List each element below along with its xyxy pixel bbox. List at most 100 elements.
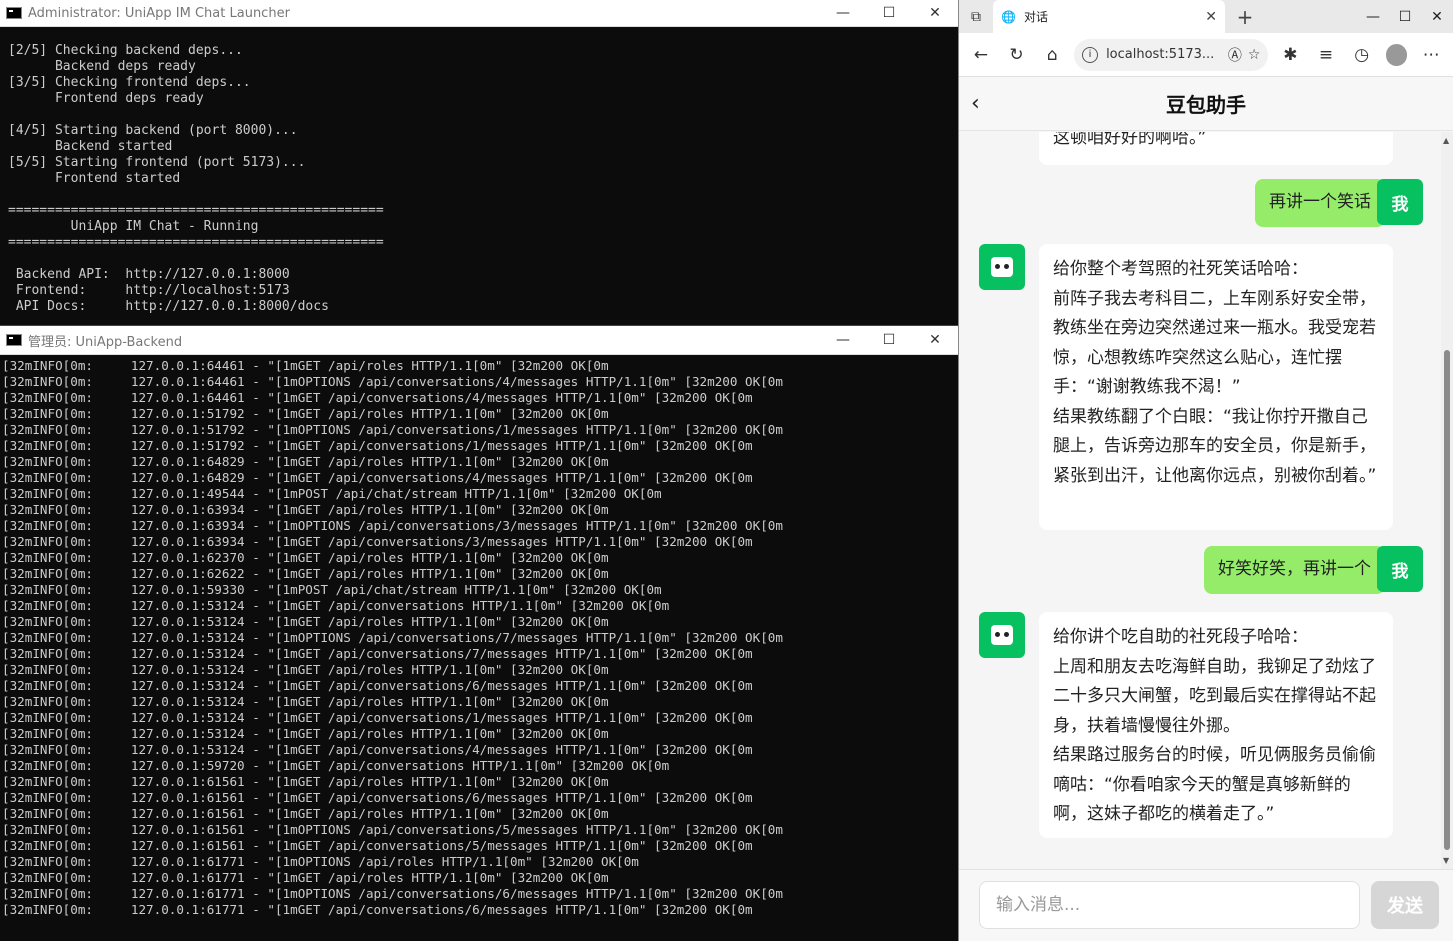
home-icon[interactable]: ⌂: [1034, 45, 1070, 65]
read-aloud-icon[interactable]: Ⓐ: [1228, 45, 1242, 65]
console-line: ========================================…: [8, 203, 384, 218]
favorites-icon[interactable]: ≡: [1308, 45, 1344, 65]
robot-icon: [991, 257, 1013, 277]
console-line: Backend deps ready: [8, 59, 196, 74]
console-line: [32mINFO[0m: 127.0.0.1:64829 - "[1mGET /…: [2, 454, 609, 469]
console-line: [32mINFO[0m: 127.0.0.1:53124 - "[1mGET /…: [2, 726, 609, 741]
message-text: 好笑好笑，再讲一个: [1218, 559, 1371, 579]
message-text: 这顿咱好好的啊哈。”: [1053, 132, 1207, 148]
message-text: 给你讲个吃自助的社死段子哈哈： 上周和朋友去吃海鲜自助，我铆足了劲炫了二十多只大…: [1053, 627, 1376, 824]
console-line: [32mINFO[0m: 127.0.0.1:61771 - "[1mOPTIO…: [2, 854, 639, 869]
tab-chat[interactable]: 🌐 对话 ✕: [993, 0, 1225, 33]
console-line: [32mINFO[0m: 127.0.0.1:61561 - "[1mGET /…: [2, 838, 753, 853]
console-line: [32mINFO[0m: 127.0.0.1:59720 - "[1mGET /…: [2, 758, 670, 773]
console-line: [32mINFO[0m: 127.0.0.1:64461 - "[1mOPTIO…: [2, 374, 783, 389]
console-line: [32mINFO[0m: 127.0.0.1:49544 - "[1mPOST …: [2, 486, 662, 501]
tab-actions-icon[interactable]: ⧉: [959, 9, 993, 25]
console-line: [32mINFO[0m: 127.0.0.1:61771 - "[1mGET /…: [2, 870, 609, 885]
console-line: [32mINFO[0m: 127.0.0.1:64829 - "[1mGET /…: [2, 470, 753, 485]
console-line: [32mINFO[0m: 127.0.0.1:53124 - "[1mOPTIO…: [2, 630, 783, 645]
console-line: [32mINFO[0m: 127.0.0.1:61561 - "[1mGET /…: [2, 774, 609, 789]
reload-icon[interactable]: ↻: [999, 45, 1035, 65]
user-avatar: 我: [1377, 546, 1423, 592]
extensions-icon[interactable]: ✱: [1272, 45, 1308, 65]
console-line: [2/5] Checking backend deps...: [8, 43, 243, 58]
profile-avatar[interactable]: [1385, 43, 1408, 66]
send-button[interactable]: 发送: [1371, 881, 1439, 929]
back-chevron-icon[interactable]: ‹: [971, 91, 980, 116]
console-line: [32mINFO[0m: 127.0.0.1:53124 - "[1mGET /…: [2, 614, 609, 629]
maximize-icon[interactable]: ☐: [866, 332, 912, 348]
browser-window[interactable]: ⧉ 🌐 对话 ✕ + — ☐ ✕ ← ↻ ⌂ i localhost:5173.…: [958, 0, 1453, 941]
page-title: 豆包助手: [1166, 93, 1246, 117]
message-input[interactable]: [979, 881, 1360, 929]
favorite-star-icon[interactable]: ☆: [1248, 47, 1261, 63]
tab-close-icon[interactable]: ✕: [1205, 9, 1217, 25]
address-bar: ← ↻ ⌂ i localhost:5173... Ⓐ ☆ ✱ ≡ ◷ ⋯: [959, 33, 1453, 77]
scroll-up-icon[interactable]: ▲: [1443, 136, 1449, 145]
message-list[interactable]: 这顿咱好好的啊哈。” 再讲一个笑话 我 给你整个考驾照的社死笑话哈哈： 前阵子我…: [959, 132, 1441, 869]
console-line: ========================================…: [8, 235, 384, 250]
console-line: UniApp IM Chat - Running: [8, 219, 259, 234]
launcher-title-bar[interactable]: Administrator: UniApp IM Chat Launcher —…: [0, 0, 958, 27]
console-line: [32mINFO[0m: 127.0.0.1:53124 - "[1mGET /…: [2, 598, 670, 613]
console-line: [32mINFO[0m: 127.0.0.1:51792 - "[1mGET /…: [2, 438, 753, 453]
url-field[interactable]: i localhost:5173... Ⓐ ☆: [1074, 38, 1269, 71]
chat-app: ‹ 豆包助手 这顿咱好好的啊哈。” 再讲一个笑话 我 给你整个考驾照的社死笑话哈…: [959, 77, 1453, 941]
console-icon: [6, 7, 22, 19]
console-line: API Docs: http://127.0.0.1:8000/docs: [8, 299, 329, 314]
robot-icon: [991, 625, 1013, 645]
console-line: [32mINFO[0m: 127.0.0.1:64461 - "[1mGET /…: [2, 358, 609, 373]
bot-avatar: [979, 244, 1025, 290]
console-line: Frontend started: [8, 171, 181, 186]
backend-window-title: 管理员: UniApp-Backend: [28, 334, 183, 350]
console-line: [32mINFO[0m: 127.0.0.1:61561 - "[1mGET /…: [2, 806, 609, 821]
console-line: [32mINFO[0m: 127.0.0.1:59330 - "[1mPOST …: [2, 582, 662, 597]
console-icon: [6, 334, 22, 346]
scroll-down-icon[interactable]: ▼: [1443, 856, 1449, 865]
launcher-console-window[interactable]: Administrator: UniApp IM Chat Launcher —…: [0, 0, 958, 325]
minimize-icon[interactable]: —: [820, 332, 866, 348]
maximize-icon[interactable]: ☐: [1389, 9, 1421, 25]
maximize-icon[interactable]: ☐: [866, 5, 912, 21]
console-line: [32mINFO[0m: 127.0.0.1:63934 - "[1mGET /…: [2, 502, 609, 517]
scrollbar-thumb[interactable]: [1444, 350, 1450, 850]
backend-console-window[interactable]: 管理员: UniApp-Backend — ☐ ✕ [32mINFO[0m: 1…: [0, 325, 958, 941]
chat-scrollbar[interactable]: ▲ ▼: [1441, 132, 1453, 869]
bot-message: 这顿咱好好的啊哈。”: [1039, 132, 1393, 165]
back-arrow-icon[interactable]: ←: [963, 45, 999, 65]
console-line: [32mINFO[0m: 127.0.0.1:61771 - "[1mOPTIO…: [2, 886, 783, 901]
console-line: [32mINFO[0m: 127.0.0.1:53124 - "[1mGET /…: [2, 694, 609, 709]
user-message: 再讲一个笑话: [1255, 179, 1385, 227]
message-text: 给你整个考驾照的社死笑话哈哈： 前阵子我去考科目二，上车刚系好安全带，教练坐在旁…: [1053, 259, 1377, 486]
new-tab-icon[interactable]: +: [1225, 5, 1265, 29]
console-line: [32mINFO[0m: 127.0.0.1:61561 - "[1mOPTIO…: [2, 822, 783, 837]
bot-message: 给你讲个吃自助的社死段子哈哈： 上周和朋友去吃海鲜自助，我铆足了劲炫了二十多只大…: [1039, 612, 1393, 838]
more-menu-icon[interactable]: ⋯: [1413, 45, 1449, 65]
console-line: [3/5] Checking frontend deps...: [8, 75, 251, 90]
close-icon[interactable]: ✕: [912, 5, 958, 21]
console-line: [32mINFO[0m: 127.0.0.1:53124 - "[1mGET /…: [2, 742, 753, 757]
console-line: [32mINFO[0m: 127.0.0.1:63934 - "[1mOPTIO…: [2, 518, 783, 533]
minimize-icon[interactable]: —: [820, 5, 866, 21]
close-icon[interactable]: ✕: [1421, 9, 1453, 25]
console-line: [32mINFO[0m: 127.0.0.1:53124 - "[1mGET /…: [2, 678, 753, 693]
console-line: [32mINFO[0m: 127.0.0.1:61561 - "[1mGET /…: [2, 790, 753, 805]
minimize-icon[interactable]: —: [1357, 9, 1389, 25]
backend-log-output: [32mINFO[0m: 127.0.0.1:64461 - "[1mGET /…: [0, 355, 958, 941]
console-line: [5/5] Starting frontend (port 5173)...: [8, 155, 306, 170]
history-icon[interactable]: ◷: [1344, 45, 1380, 65]
user-message: 好笑好笑，再讲一个: [1204, 546, 1385, 594]
site-info-icon[interactable]: i: [1082, 46, 1099, 63]
backend-title-bar[interactable]: 管理员: UniApp-Backend — ☐ ✕: [0, 326, 958, 355]
message-text: 再讲一个笑话: [1269, 192, 1371, 212]
url-text: localhost:5173...: [1106, 47, 1215, 62]
bot-avatar: [979, 612, 1025, 658]
bot-message: 给你整个考驾照的社死笑话哈哈： 前阵子我去考科目二，上车刚系好安全带，教练坐在旁…: [1039, 244, 1393, 530]
close-icon[interactable]: ✕: [912, 332, 958, 348]
console-line: Backend started: [8, 139, 173, 154]
console-line: [32mINFO[0m: 127.0.0.1:53124 - "[1mGET /…: [2, 646, 753, 661]
console-line: [32mINFO[0m: 127.0.0.1:61771 - "[1mGET /…: [2, 902, 753, 917]
